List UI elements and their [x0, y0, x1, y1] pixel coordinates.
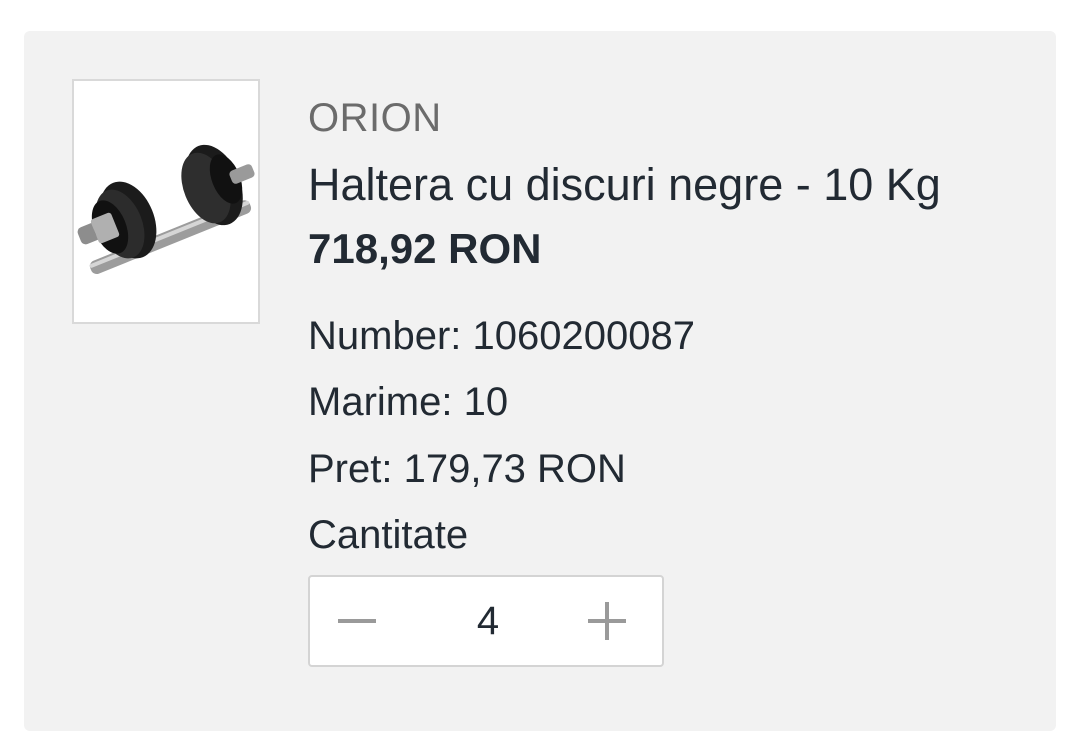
- decrement-button[interactable]: [310, 577, 402, 665]
- increment-button[interactable]: [570, 577, 662, 665]
- product-brand[interactable]: ORION: [308, 96, 442, 141]
- product-number: Number: 1060200087: [308, 314, 695, 358]
- product-unit-price: Pret: 179,73 RON: [308, 447, 626, 491]
- quantity-stepper: [308, 575, 664, 667]
- product-title[interactable]: Haltera cu discuri negre - 10 Kg: [308, 159, 941, 211]
- cart-item-card: ORION Haltera cu discuri negre - 10 Kg 7…: [24, 31, 1056, 731]
- quantity-input[interactable]: [402, 577, 574, 665]
- product-image[interactable]: [72, 79, 260, 324]
- product-total-price: 718,92 RON: [308, 225, 542, 272]
- quantity-label: Cantitate: [308, 513, 469, 557]
- dumbbell-icon: [77, 144, 255, 275]
- product-size: Marime: 10: [308, 380, 509, 424]
